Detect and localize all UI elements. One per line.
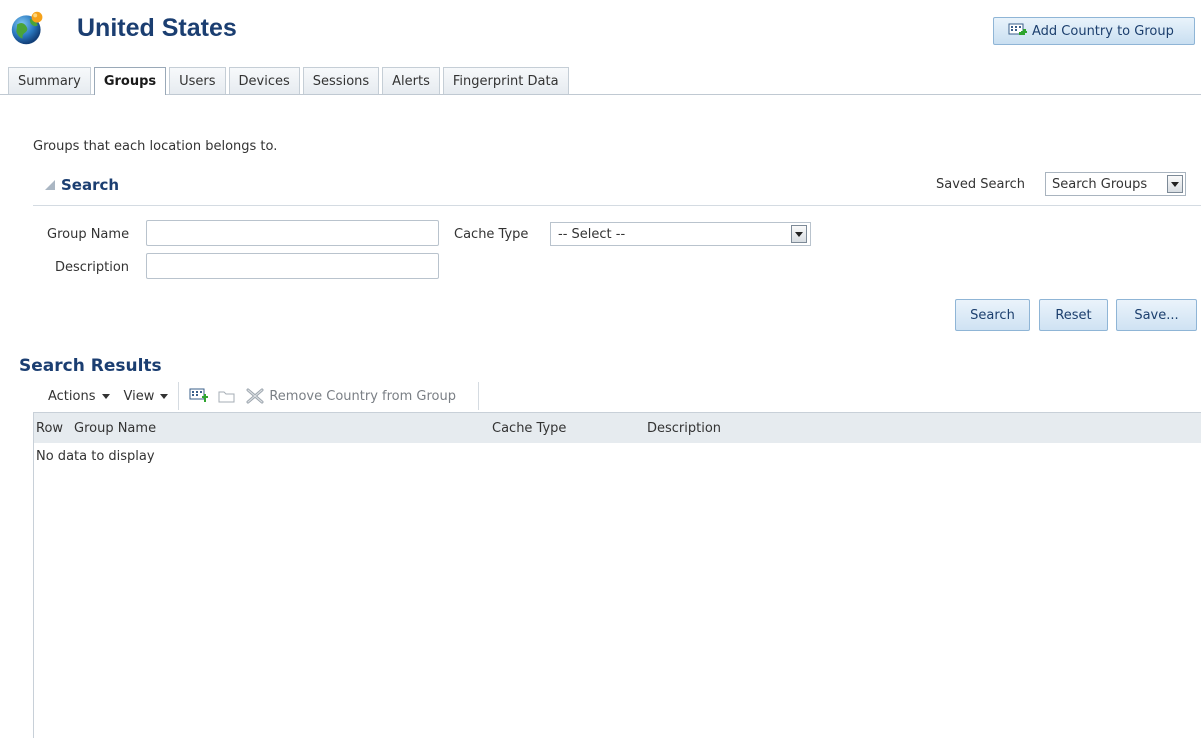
- search-button[interactable]: Search: [955, 299, 1030, 331]
- toolbar-separator: [178, 382, 180, 410]
- saved-search-select[interactable]: Search Groups: [1045, 172, 1186, 196]
- column-header-group-name[interactable]: Group Name: [74, 421, 156, 436]
- cache-type-select[interactable]: -- Select --: [550, 222, 811, 246]
- tab-sessions-label: Sessions: [312, 73, 370, 89]
- tab-devices[interactable]: Devices: [228, 67, 300, 94]
- remove-country-from-group-label: Remove Country from Group: [269, 388, 456, 404]
- column-header-row[interactable]: Row: [36, 421, 63, 436]
- group-name-label: Group Name: [47, 227, 130, 242]
- cache-type-label: Cache Type: [454, 227, 529, 242]
- cache-type-value: -- Select --: [558, 226, 626, 242]
- tab-users-label: Users: [179, 73, 216, 89]
- tab-sessions[interactable]: Sessions: [302, 67, 380, 94]
- table-header: Row Group Name Cache Type Description: [34, 413, 1201, 443]
- tab-summary-label: Summary: [18, 73, 81, 89]
- groups-description: Groups that each location belongs to.: [33, 139, 278, 154]
- view-menu[interactable]: View: [124, 389, 169, 404]
- column-header-description[interactable]: Description: [647, 421, 721, 436]
- tab-users[interactable]: Users: [169, 67, 226, 94]
- chevron-down-icon: [101, 393, 110, 399]
- tab-fingerprint-data[interactable]: Fingerprint Data: [442, 67, 569, 94]
- page-title: United States: [77, 14, 237, 42]
- chevron-down-icon[interactable]: [791, 225, 807, 243]
- chevron-down-icon[interactable]: [1167, 175, 1183, 193]
- tab-devices-label: Devices: [238, 73, 290, 89]
- search-divider: [33, 205, 1201, 206]
- tab-fingerprint-data-label: Fingerprint Data: [452, 73, 559, 89]
- saved-search-value: Search Groups: [1052, 176, 1148, 192]
- empty-table-message: No data to display: [36, 449, 155, 464]
- remove-x-icon: [246, 388, 264, 404]
- search-panel-toggle[interactable]: Search: [45, 176, 119, 194]
- add-to-group-icon: [1008, 23, 1027, 35]
- view-menu-label: View: [123, 388, 155, 404]
- search-panel-title: Search: [61, 176, 120, 194]
- reset-button[interactable]: Reset: [1039, 299, 1108, 331]
- add-country-to-group-button[interactable]: Add Country to Group: [993, 17, 1195, 45]
- group-name-input[interactable]: [146, 220, 439, 246]
- tab-alerts[interactable]: Alerts: [382, 67, 440, 94]
- actions-menu-label: Actions: [48, 388, 96, 404]
- tab-bar: Summary Groups Users Devices Sessions Al…: [8, 67, 572, 95]
- add-country-to-group-label: Add Country to Group: [1032, 23, 1174, 39]
- tab-groups-label: Groups: [103, 74, 157, 89]
- actions-menu[interactable]: Actions: [48, 389, 110, 404]
- toolbar-separator: [478, 382, 479, 410]
- save-search-button[interactable]: Save...: [1116, 299, 1197, 331]
- search-results-title: Search Results: [19, 356, 162, 376]
- chevron-down-icon: [160, 393, 169, 399]
- add-to-group-icon[interactable]: [189, 388, 209, 404]
- description-input[interactable]: [146, 253, 439, 279]
- results-toolbar: Actions View Remove Country from Group: [33, 380, 1201, 412]
- remove-country-from-group-button[interactable]: Remove Country from Group: [245, 387, 456, 405]
- column-header-cache-type[interactable]: Cache Type: [492, 421, 566, 436]
- tab-groups[interactable]: Groups: [93, 67, 167, 95]
- tab-summary[interactable]: Summary: [8, 67, 91, 94]
- folder-icon[interactable]: [217, 388, 237, 404]
- globe-icon: [11, 11, 43, 45]
- tab-alerts-label: Alerts: [392, 73, 430, 89]
- saved-search-label: Saved Search: [936, 177, 1025, 192]
- description-label: Description: [55, 260, 130, 275]
- page-header: United States Add Country to Group: [0, 0, 1201, 62]
- results-table: Row Group Name Cache Type Description No…: [33, 412, 1201, 738]
- collapse-triangle-icon: [45, 180, 55, 190]
